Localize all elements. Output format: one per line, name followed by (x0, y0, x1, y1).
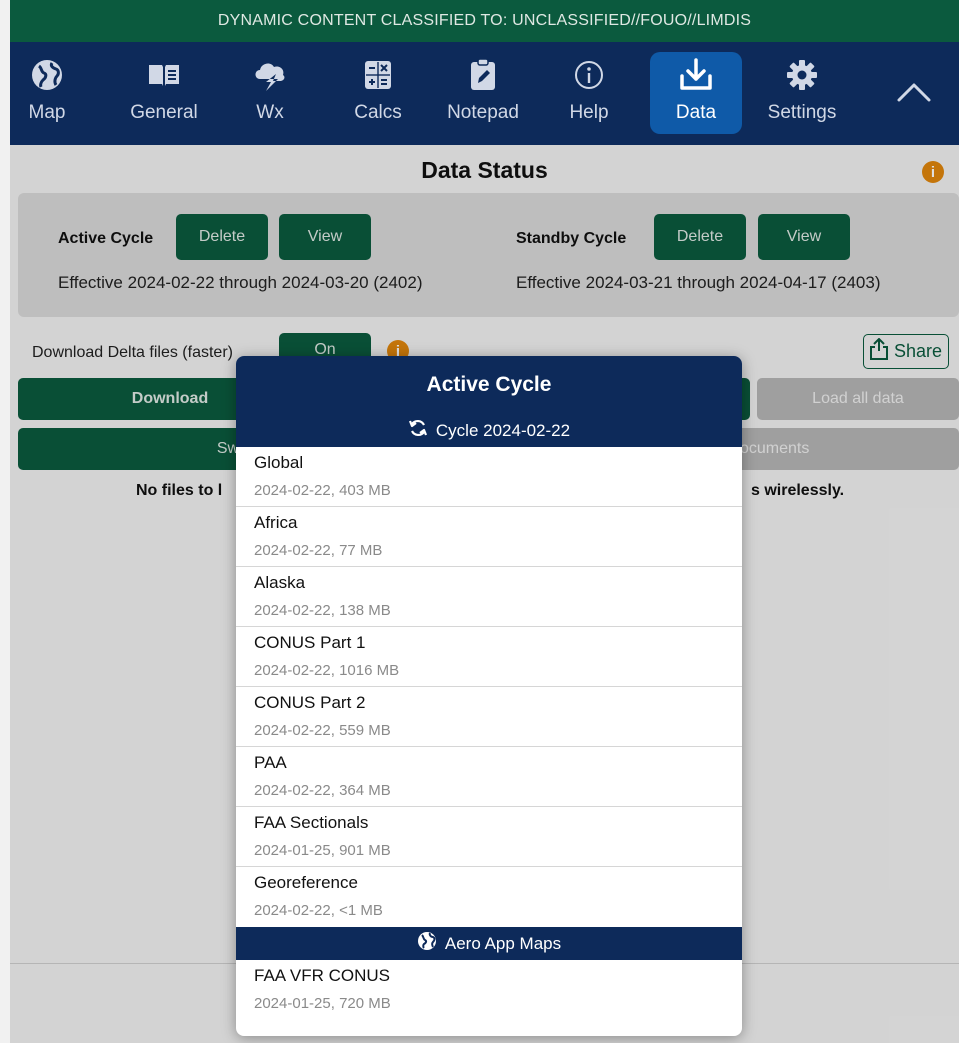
cycle-item-alaska[interactable]: Alaska 2024-02-22, 138 MB (236, 567, 742, 627)
cycle-item-georeference[interactable]: Georeference 2024-02-22, <1 MB (236, 867, 742, 927)
nav-wx[interactable]: Wx (242, 52, 298, 134)
info-icon (574, 56, 604, 94)
nav-settings[interactable]: Settings (760, 52, 844, 134)
cycle-section-label: Cycle 2024-02-22 (435, 420, 571, 440)
top-nav-bar: Map General Wx Calcs Notepad Help Data S… (10, 42, 959, 145)
globe-icon (30, 56, 64, 94)
cycle-item-faa-sectionals[interactable]: FAA Sectionals 2024-01-25, 901 MB (236, 807, 742, 867)
gear-icon (785, 56, 819, 94)
classification-text: DYNAMIC CONTENT CLASSIFIED TO: UNCLASSIF… (217, 12, 752, 29)
nav-calcs[interactable]: Calcs (348, 52, 408, 134)
active-cycle-popover: Active Cycle Cycle 2024-02-22 Global 202… (236, 356, 742, 1036)
nav-data[interactable]: Data (650, 52, 742, 134)
cycle-item-global[interactable]: Global 2024-02-22, 403 MB (236, 447, 742, 507)
storm-cloud-icon (252, 56, 288, 94)
book-icon (147, 56, 181, 94)
refresh-icon (408, 418, 428, 443)
map-item-faa-vfr-conus[interactable]: FAA VFR CONUS 2024-01-25, 720 MB (236, 960, 742, 1020)
notepad-icon (470, 56, 496, 94)
download-icon (679, 56, 713, 94)
cycle-item-africa[interactable]: Africa 2024-02-22, 77 MB (236, 507, 742, 567)
maps-section-header: Aero App Maps (236, 927, 742, 960)
popover-title: Active Cycle (236, 356, 742, 414)
cycle-item-conus-part-2[interactable]: CONUS Part 2 2024-02-22, 559 MB (236, 687, 742, 747)
nav-notepad[interactable]: Notepad (440, 52, 526, 134)
chevron-up-icon (896, 81, 932, 108)
globe-icon (417, 931, 437, 956)
cycle-item-paa[interactable]: PAA 2024-02-22, 364 MB (236, 747, 742, 807)
collapse-nav-button[interactable] (892, 74, 936, 114)
calculator-icon (364, 56, 392, 94)
cycle-section-header: Cycle 2024-02-22 (236, 414, 742, 447)
maps-section-label: Aero App Maps (444, 933, 562, 953)
classification-banner: DYNAMIC CONTENT CLASSIFIED TO: UNCLASSIF… (10, 0, 959, 42)
nav-map[interactable]: Map (18, 52, 76, 134)
cycle-item-conus-part-1[interactable]: CONUS Part 1 2024-02-22, 1016 MB (236, 627, 742, 687)
nav-help[interactable]: Help (562, 52, 616, 134)
nav-general[interactable]: General (122, 52, 206, 134)
